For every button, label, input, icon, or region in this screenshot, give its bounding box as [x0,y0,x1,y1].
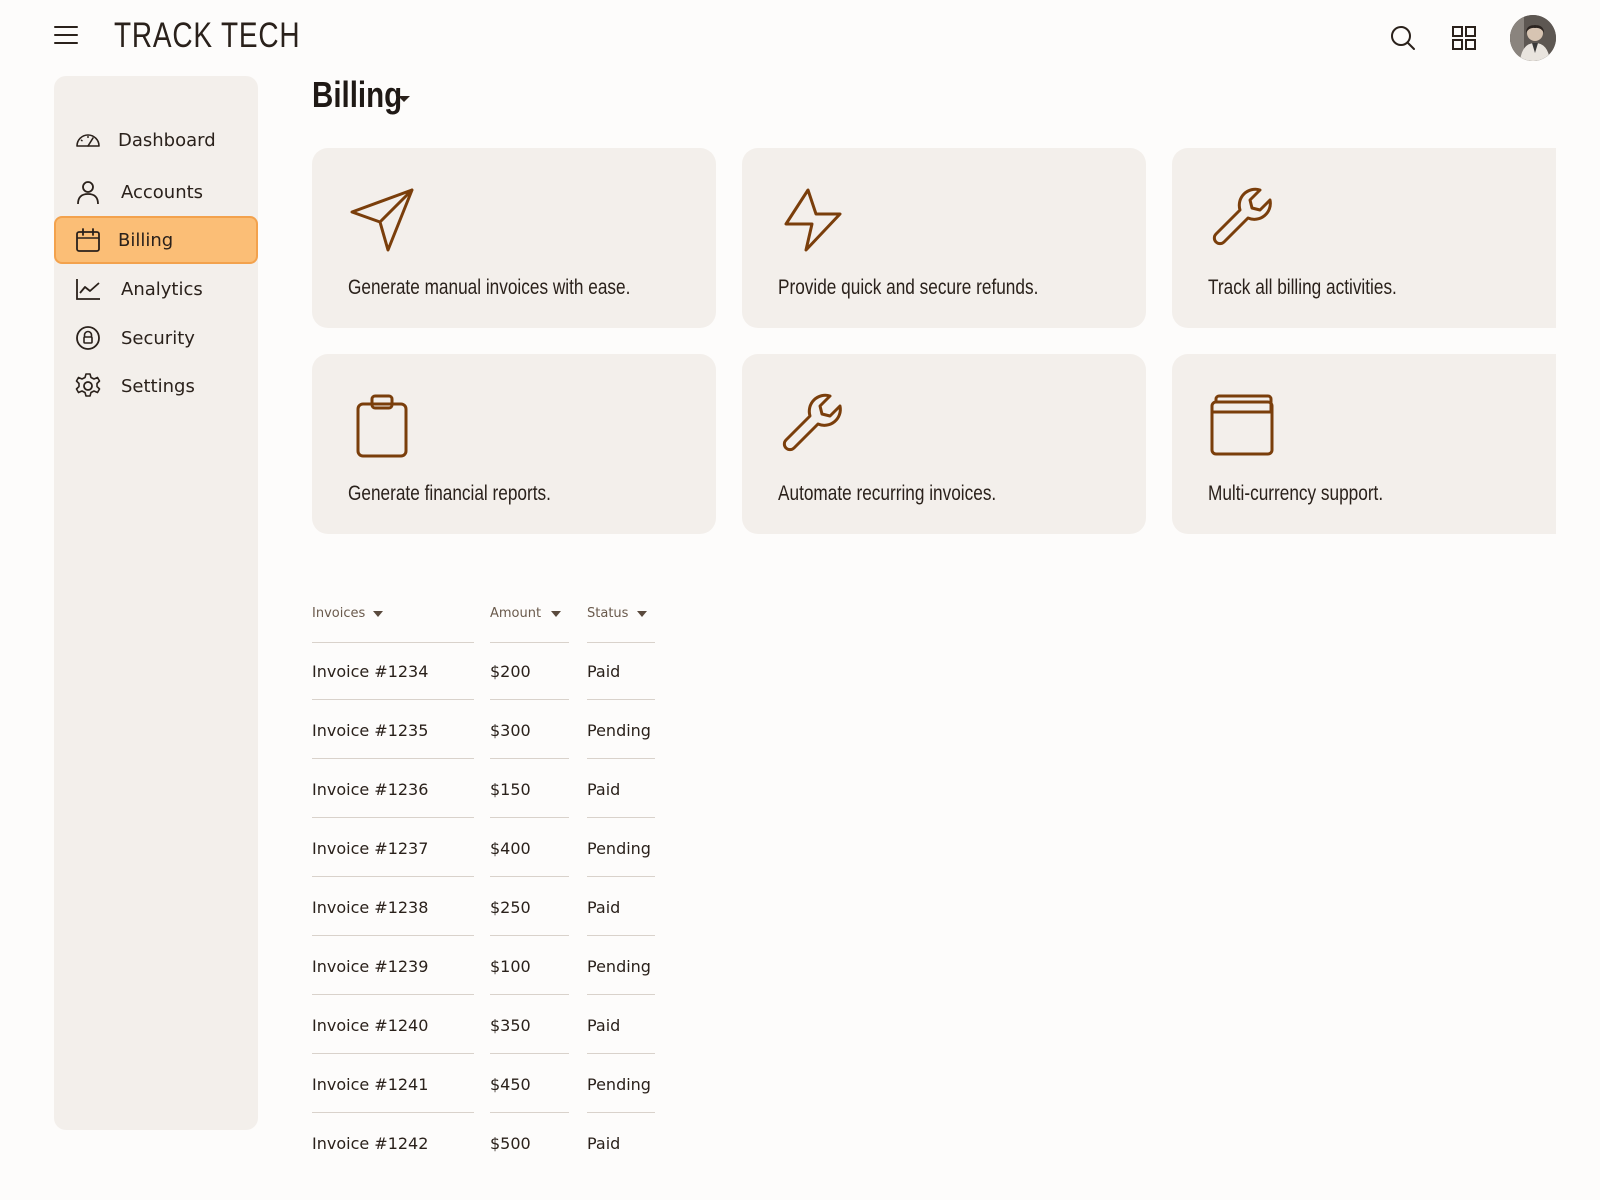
brand-logo[interactable]: TRACK TECH [114,16,300,56]
table-cell-status: Pending [587,1055,655,1113]
sidebar-item-label: Accounts [121,181,204,203]
page-title-dropdown[interactable]: Billing [312,74,422,116]
card-text: Automate recurring invoices. [778,482,997,505]
table-cell-status: Pending [587,701,655,759]
avatar-portrait-icon [1510,15,1556,61]
table-cell-amount: $500 [490,1134,531,1153]
table-cell-amount: $400 [490,819,569,877]
table-cell-invoice[interactable]: Invoice #1241 [312,1055,474,1113]
table-cell-amount: $450 [490,1055,569,1113]
column-header-label: Amount [490,606,542,621]
caret-down-icon [637,611,647,617]
card-refunds[interactable]: Provide quick and secure refunds. [742,148,1146,328]
table-cell-invoice[interactable]: Invoice #1238 [312,878,474,936]
sidebar-item-label: Settings [121,375,195,397]
wrench-icon [782,393,842,452]
sidebar-item-analytics[interactable]: Analytics [54,265,258,313]
card-text: Provide quick and secure refunds. [778,276,1039,299]
user-icon [77,181,99,205]
table-cell-status: Pending [587,819,655,877]
table-cell-invoice[interactable]: Invoice #1239 [312,937,474,995]
user-avatar[interactable] [1510,15,1556,61]
calendar-icon [76,228,100,252]
lightning-icon [784,188,842,252]
card-text: Generate manual invoices with ease. [348,276,631,299]
table-cell-amount: $350 [490,996,569,1054]
gear-icon [75,373,101,397]
clipboard-icon [356,394,408,458]
sidebar-item-label: Dashboard [118,129,216,151]
column-header-status[interactable]: Status [587,606,655,643]
table-cell-invoice[interactable]: Invoice #1236 [312,760,474,818]
lock-circle-icon [76,326,100,350]
column-header-label: Status [587,606,629,621]
sidebar-item-security[interactable]: Security [54,314,258,362]
table-cell-amount: $100 [490,937,569,995]
table-cell-status: Paid [587,760,655,818]
table-cell-status: Pending [587,937,655,995]
page-title: Billing [312,74,403,115]
table-cell-invoice[interactable]: Invoice #1242 [312,1114,474,1172]
card-track-billing[interactable]: Track all billing activities. [1172,148,1556,328]
card-manual-invoices[interactable]: Generate manual invoices with ease. [312,148,716,328]
caret-down-icon [398,96,410,102]
card-recurring-invoices[interactable]: Automate recurring invoices. [742,354,1146,534]
column-header-label: Invoices [312,606,366,621]
wrench-icon [1212,187,1272,246]
sidebar-item-label: Analytics [121,278,203,300]
table-cell-status: Paid [587,878,655,936]
sidebar-item-dashboard[interactable]: Dashboard [54,116,258,164]
search-icon[interactable] [1389,24,1417,52]
sidebar-item-label: Security [121,327,195,349]
sidebar-item-label: Billing [118,229,174,251]
table-cell-amount: $250 [490,878,569,936]
table-cell-status: Paid [587,642,655,700]
gauge-icon [76,134,100,147]
table-cell-invoice[interactable]: Invoice #1237 [312,819,474,877]
card-multi-currency[interactable]: Multi-currency support. [1172,354,1556,534]
top-bar: TRACK TECH [0,0,1600,76]
card-text: Generate financial reports. [348,482,551,505]
column-header-amount[interactable]: Amount [490,606,569,643]
card-financial-reports[interactable]: Generate financial reports. [312,354,716,534]
table-cell-amount: $200 [490,642,569,700]
card-text: Multi-currency support. [1208,482,1384,505]
hamburger-menu-icon[interactable] [54,26,78,48]
card-text: Track all billing activities. [1208,276,1397,299]
table-cell-invoice[interactable]: Invoice #1240 [312,996,474,1054]
table-cell-status: Paid [587,1134,621,1153]
table-cell-invoice[interactable]: Invoice #1235 [312,701,474,759]
sidebar-item-accounts[interactable]: Accounts [54,168,258,216]
table-cell-amount: $150 [490,760,569,818]
table-cell-amount: $300 [490,701,569,759]
table-cell-invoice[interactable]: Invoice #1234 [312,642,474,700]
caret-down-icon [551,611,561,617]
send-icon [350,188,414,252]
table-cell-status: Paid [587,996,655,1054]
grid-apps-icon[interactable] [1450,24,1478,52]
sidebar-item-settings[interactable]: Settings [54,362,258,410]
sidebar-item-billing[interactable]: Billing [54,216,258,264]
line-chart-icon [76,279,100,300]
column-header-invoices[interactable]: Invoices [312,606,474,643]
wallet-icon [1210,394,1274,456]
sidebar: Dashboard Accounts Billing Analytics Sec… [54,76,258,1130]
caret-down-icon [373,611,383,617]
